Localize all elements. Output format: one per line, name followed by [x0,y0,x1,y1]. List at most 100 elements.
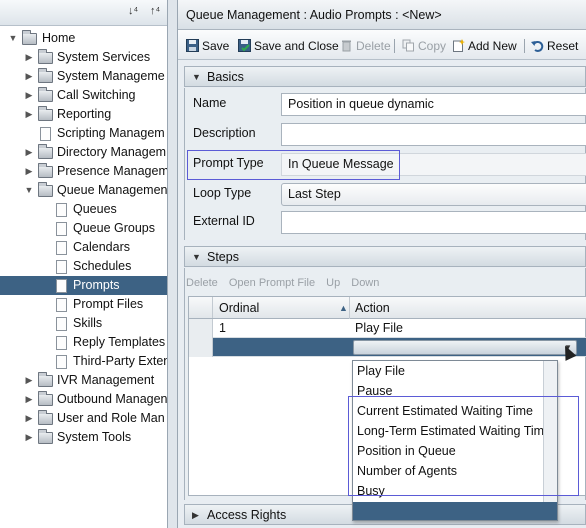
trash-icon [342,40,351,52]
row-header[interactable] [189,319,213,338]
tree-item-home[interactable]: ▼ Home [0,29,167,48]
chevron-right-icon[interactable]: ▶ [24,409,34,428]
tree-item-queue-groups[interactable]: Queue Groups [0,219,167,238]
option-play-file[interactable]: Play File [357,361,405,381]
tree-item-queues[interactable]: Queues [0,200,167,219]
folder-icon [38,106,53,121]
tree-item-outbound-managen[interactable]: ▶ Outbound Managen [0,390,167,409]
steps-delete-button[interactable]: Delete [186,277,218,289]
page-icon [56,298,67,312]
tree-item-prompt-files[interactable]: Prompt Files [0,295,167,314]
chevron-down-icon: ▼ [192,252,201,262]
action-combo[interactable]: ▼ [353,340,577,355]
tree-item-system-tools[interactable]: ▶ System Tools [0,428,167,447]
panel-splitter[interactable] [168,0,178,528]
tree-item-user-and-role-man[interactable]: ▶ User and Role Man [0,409,167,428]
tree-item-label: Calendars [73,240,130,254]
tree-item-prompts[interactable]: Prompts [0,276,167,295]
chevron-right-icon: ▶ [192,510,199,520]
tree-item-third-party-exten[interactable]: Third-Party Exten [0,352,167,371]
page-icon [56,317,67,331]
folder-icon [38,87,53,102]
page-icon [56,355,67,369]
tree-item-label: Reply Templates [73,335,166,349]
tree-item-scripting-managem[interactable]: Scripting Managem [0,124,167,143]
sort-asc-icon: ▲ [339,303,348,313]
name-label: Name [193,96,227,110]
move-up-button[interactable]: Up [326,277,340,289]
table-row-editing[interactable]: ▼ [189,338,586,357]
page-icon [40,127,51,141]
add-new-button[interactable]: Add New [452,38,517,54]
reset-button[interactable]: Reset [531,38,578,54]
select-all-icon[interactable] [189,297,213,318]
ordinal-cell: 1 [219,321,226,335]
table-row[interactable]: 1 Play File [189,319,586,338]
page-icon [56,241,67,255]
tree-item-label: User and Role Man [57,411,165,425]
tree-item-label: System Manageme [57,69,165,83]
save-button[interactable]: Save [186,38,229,54]
tree-item-label: Directory Managem [57,145,167,159]
chevron-right-icon[interactable]: ▶ [24,162,34,181]
name-field[interactable]: Position in queue dynamic [281,93,586,116]
folder-icon [38,429,53,444]
folder-icon [38,410,53,425]
grid-header: Ordinal ▲ Action [189,297,586,319]
navigation-tree: ↓⁴ ↑⁴ ▼ Home ▶ System Services ▶ System Manag… [0,0,168,528]
ordinal-column-header[interactable]: Ordinal [219,297,259,319]
action-toolbar: Save Save and Close Delete Copy Add New … [178,30,586,60]
tree-item-label: Call Switching [57,88,136,102]
tree-item-reporting[interactable]: ▶ Reporting [0,105,167,124]
action-cell: Play File [355,321,403,335]
expand-icon[interactable]: ↓⁴ [128,5,138,17]
save-label: Save [202,39,230,53]
tree-item-queue-managemen[interactable]: ▼ Queue Managemen [0,181,167,200]
tree-item-label: Skills [73,316,103,330]
tree-item-ivr-management[interactable]: ▶ IVR Management [0,371,167,390]
tree-item-calendars[interactable]: Calendars [0,238,167,257]
tree-item-system-services[interactable]: ▶ System Services [0,48,167,67]
chevron-right-icon[interactable]: ▶ [24,428,34,447]
action-column-header[interactable]: Action [355,297,390,319]
chevron-right-icon[interactable]: ▶ [24,371,34,390]
chevron-down-icon[interactable]: ▼ [8,29,18,48]
toolbar-separator [394,39,395,53]
chevron-down-icon[interactable]: ▼ [24,181,34,200]
move-down-button[interactable]: Down [351,277,379,289]
dropdown-selected-strip [353,502,557,520]
basics-section-header[interactable]: ▼ Basics [184,66,586,87]
prompt-type-highlight [187,150,400,180]
tree-item-label: Home [42,31,76,45]
save-icon [186,39,199,52]
add-new-label: Add New [468,39,517,53]
open-prompt-file-button[interactable]: Open Prompt File [229,277,315,289]
tree-item-system-manageme[interactable]: ▶ System Manageme [0,67,167,86]
chevron-right-icon[interactable]: ▶ [24,390,34,409]
tree-item-directory-managem[interactable]: ▶ Directory Managem [0,143,167,162]
chevron-right-icon[interactable]: ▶ [24,105,34,124]
tree-item-call-switching[interactable]: ▶ Call Switching [0,86,167,105]
row-header[interactable] [189,338,213,357]
chevron-right-icon[interactable]: ▶ [24,67,34,86]
page-icon [56,279,67,293]
folder-icon [38,372,53,387]
copy-button[interactable]: Copy [402,38,446,54]
chevron-right-icon[interactable]: ▶ [24,143,34,162]
tree-item-reply-templates[interactable]: Reply Templates [0,333,167,352]
save-and-close-button[interactable]: Save and Close [238,38,339,54]
loop-type-select[interactable]: Last Step [281,183,586,206]
tree-item-label: Reporting [57,107,112,121]
chevron-right-icon[interactable]: ▶ [24,86,34,105]
chevron-right-icon[interactable]: ▶ [24,48,34,67]
external-id-field[interactable] [281,211,586,234]
folder-icon [38,391,53,406]
delete-button[interactable]: Delete [340,38,391,54]
tree-item-presence-managem[interactable]: ▶ Presence Managem [0,162,167,181]
tree-item-skills[interactable]: Skills [0,314,167,333]
collapse-icon[interactable]: ↑⁴ [150,5,160,17]
steps-section-header[interactable]: ▼ Steps [184,246,586,267]
new-document-icon [453,39,465,52]
tree-item-schedules[interactable]: Schedules [0,257,167,276]
description-field[interactable] [281,123,586,146]
